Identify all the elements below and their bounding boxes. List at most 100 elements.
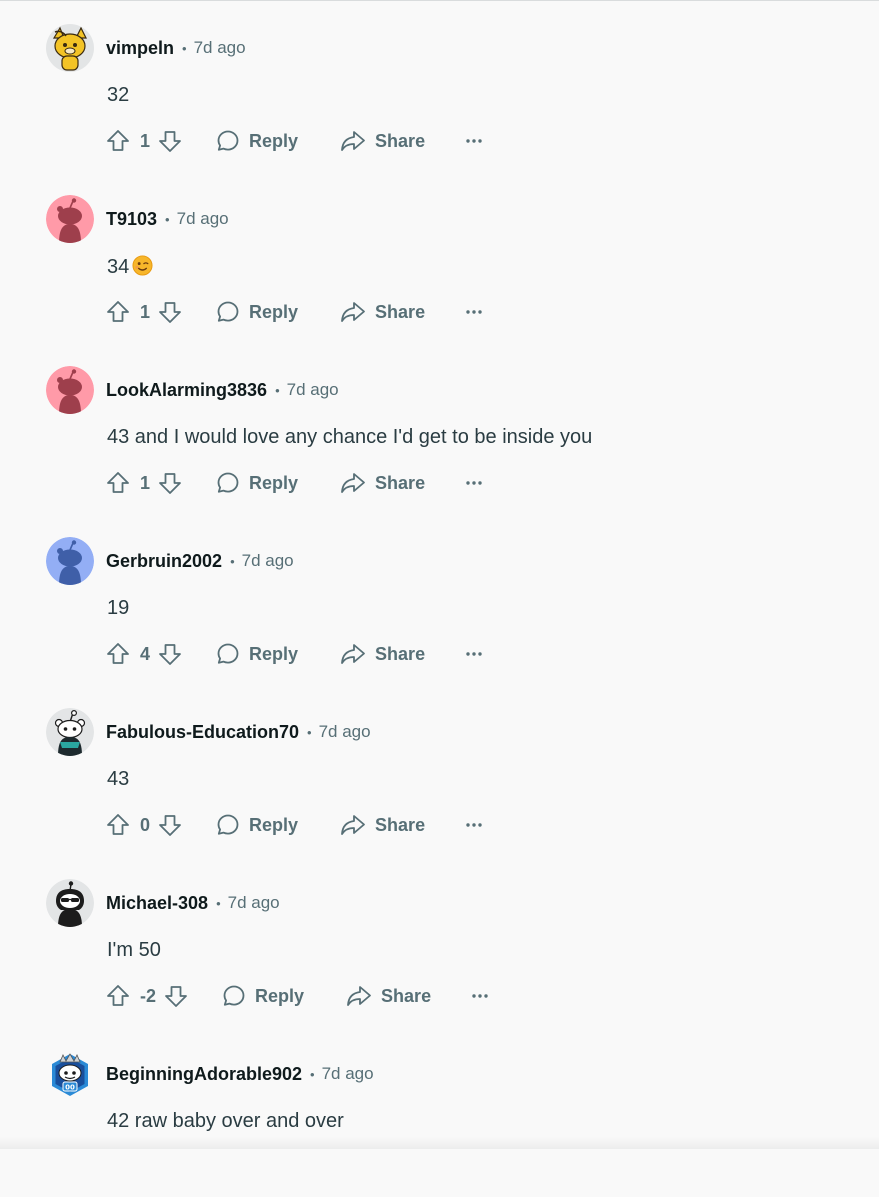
upvote-icon[interactable] <box>106 811 130 839</box>
default-snoo-blue-avatar-icon[interactable] <box>46 537 94 585</box>
more-options-button[interactable] <box>471 982 489 1010</box>
reply-button[interactable]: Reply <box>216 469 298 497</box>
reply-button[interactable]: Reply <box>216 127 298 155</box>
downvote-icon[interactable] <box>158 640 182 668</box>
downvote-icon[interactable] <box>158 811 182 839</box>
meta-separator: • <box>310 1066 315 1082</box>
share-button[interactable]: Share <box>346 982 431 1010</box>
share-button[interactable]: Share <box>340 811 425 839</box>
comment-text: 42 raw baby over and over <box>107 1110 344 1132</box>
reply-button[interactable]: Reply <box>222 982 304 1010</box>
reply-label: Reply <box>249 301 299 322</box>
bottom-edge <box>0 1137 879 1149</box>
reply-label: Reply <box>249 814 299 835</box>
share-label: Share <box>375 301 426 322</box>
default-snoo-pink-avatar-icon[interactable] <box>46 366 94 414</box>
reply-label: Reply <box>249 643 299 664</box>
meta-separator: • <box>230 553 235 569</box>
downvote-icon[interactable] <box>158 127 182 155</box>
reply-button[interactable]: Reply <box>216 811 298 839</box>
comment-text: 32 <box>107 84 130 106</box>
vote-score: 1 <box>140 472 151 493</box>
username[interactable]: Michael-308 <box>106 893 208 914</box>
username[interactable]: LookAlarming3836 <box>106 380 267 401</box>
reply-button[interactable]: Reply <box>216 298 298 326</box>
share-arrow-icon <box>341 131 365 151</box>
more-options-button[interactable] <box>465 469 483 497</box>
downvote-icon[interactable] <box>164 982 188 1010</box>
snoo-character-avatar-icon[interactable] <box>46 708 94 756</box>
comment-actions: -2 Reply Share <box>106 982 489 1010</box>
comment-meta: LookAlarming3836 • 7d ago <box>106 378 339 402</box>
timestamp[interactable]: 7d ago <box>194 38 246 58</box>
comment-text: 34 <box>107 255 153 279</box>
timestamp[interactable]: 7d ago <box>177 209 229 229</box>
vote-score: 4 <box>140 643 151 664</box>
more-options-button[interactable] <box>465 127 483 155</box>
meta-separator: • <box>216 895 221 911</box>
ellipsis-icon <box>472 994 488 998</box>
reply-label: Reply <box>249 472 299 493</box>
share-label: Share <box>375 472 426 493</box>
comment-actions: 4 Reply Share <box>106 640 483 668</box>
comment-actions: 1 Reply Share <box>106 469 483 497</box>
share-button[interactable]: Share <box>340 298 425 326</box>
share-label: Share <box>375 814 426 835</box>
comment-meta: BeginningAdorable902 • 7d ago <box>106 1062 374 1086</box>
username[interactable]: T9103 <box>106 209 157 230</box>
vote-score: 1 <box>140 130 151 151</box>
meta-separator: • <box>307 724 312 740</box>
default-snoo-pink-avatar-icon[interactable] <box>46 195 94 243</box>
comment-meta: T9103 • 7d ago <box>106 207 229 231</box>
vote-score: -2 <box>140 985 157 1006</box>
svg-text:00: 00 <box>65 1084 75 1092</box>
comment-bubble-icon <box>223 985 245 1006</box>
upvote-icon[interactable] <box>106 640 130 668</box>
comment-actions: 0 Reply Share <box>106 811 483 839</box>
reply-label: Reply <box>249 130 299 151</box>
share-button[interactable]: Share <box>340 127 425 155</box>
comment-meta: Fabulous-Education70 • 7d ago <box>106 720 371 744</box>
username[interactable]: Fabulous-Education70 <box>106 722 299 743</box>
timestamp[interactable]: 7d ago <box>287 380 339 400</box>
hexagon-badge-avatar-icon[interactable]: 00 <box>46 1050 94 1098</box>
more-options-button[interactable] <box>465 640 483 668</box>
share-label: Share <box>375 643 426 664</box>
username[interactable]: Gerbruin2002 <box>106 551 222 572</box>
comment: Gerbruin2002 • 7d ago 19 4 Reply Share <box>0 513 879 684</box>
share-label: Share <box>375 130 426 151</box>
meta-separator: • <box>275 382 280 398</box>
username[interactable]: vimpeln <box>106 38 174 59</box>
more-options-button[interactable] <box>465 298 483 326</box>
comment: LookAlarming3836 • 7d ago 43 and I would… <box>0 342 879 513</box>
comment-bubble-icon <box>217 301 239 322</box>
reply-label: Reply <box>255 985 305 1006</box>
timestamp[interactable]: 7d ago <box>228 893 280 913</box>
share-arrow-icon <box>347 986 371 1006</box>
comment-text: 43 <box>107 768 130 790</box>
timestamp[interactable]: 7d ago <box>319 722 371 742</box>
comment-bubble-icon <box>217 814 239 835</box>
timestamp[interactable]: 7d ago <box>322 1064 374 1084</box>
upvote-icon[interactable] <box>106 127 130 155</box>
vote-score: 1 <box>140 301 151 322</box>
comment-actions: 1 Reply Share <box>106 298 483 326</box>
upvote-icon[interactable] <box>106 469 130 497</box>
comment-bubble-icon <box>217 130 239 151</box>
share-button[interactable]: Share <box>340 469 425 497</box>
upvote-icon[interactable] <box>106 298 130 326</box>
upvote-icon[interactable] <box>106 982 130 1010</box>
hooded-sunglasses-avatar-icon[interactable] <box>46 879 94 927</box>
reply-button[interactable]: Reply <box>216 640 298 668</box>
username[interactable]: BeginningAdorable902 <box>106 1064 302 1085</box>
share-button[interactable]: Share <box>340 640 425 668</box>
downvote-icon[interactable] <box>158 298 182 326</box>
comment: vimpeln • 7d ago 32 1 Reply Share <box>0 0 879 171</box>
timestamp[interactable]: 7d ago <box>242 551 294 571</box>
more-options-button[interactable] <box>465 811 483 839</box>
ellipsis-icon <box>466 652 482 656</box>
yellow-cat-avatar-icon[interactable] <box>46 24 94 72</box>
comment-actions: 1 Reply Share <box>106 127 483 155</box>
downvote-icon[interactable] <box>158 469 182 497</box>
comment-text: 19 <box>107 597 130 619</box>
